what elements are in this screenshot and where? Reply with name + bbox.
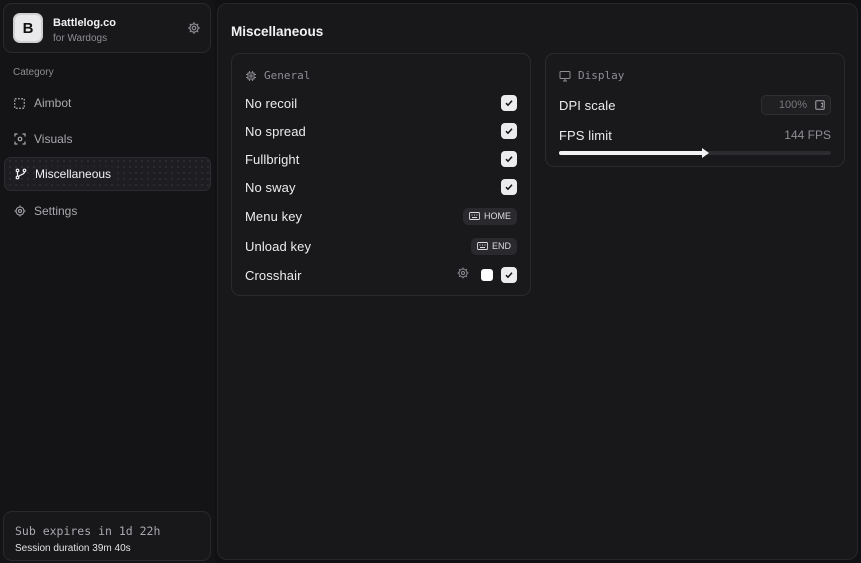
fps-limit-value: 144 FPS [784,128,831,142]
check-icon [505,184,513,191]
sidebar-item-label: Settings [34,204,78,218]
check-icon [505,100,513,107]
display-card: Display DPI scale 100% FPS limit 144 FPS [545,53,845,167]
toggle-row: Fullbright [245,149,517,169]
fullbright-checkbox[interactable] [501,151,517,167]
menu-key-button[interactable]: HOME [463,207,517,225]
dashed-square-icon [13,97,26,110]
dpi-scale-value: 100% [778,99,807,111]
sidebar: B Battlelog.co for Wardogs Category Aimb… [0,0,215,563]
brand-name: Battlelog.co [53,17,116,29]
slider-fill [559,151,706,155]
menu-key-label: Menu key [245,208,303,224]
sidebar-item-settings[interactable]: Settings [4,194,211,228]
general-card: General No recoil No spread Fullbright N… [231,53,531,296]
display-heading: Display [559,69,624,82]
fps-limit-slider[interactable] [559,148,831,158]
keyboard-icon [477,242,488,250]
crosshair-label: Crosshair [245,267,302,283]
unload-key-value: END [491,241,511,251]
toggle-row: No recoil [245,93,517,113]
sidebar-item-label: Visuals [34,132,73,146]
category-label: Category [13,67,54,78]
toggle-row: No sway [245,177,517,197]
session-duration: Session duration 39m 40s [15,543,131,554]
check-icon [505,156,513,163]
no-sway-checkbox[interactable] [501,179,517,195]
general-heading-label: General [264,69,311,82]
monitor-icon [559,70,571,82]
no-sway-label: No sway [245,179,296,195]
menu-key-row: Menu key HOME [245,206,517,226]
keyboard-icon [469,212,480,220]
dpi-row: DPI scale 100% [559,95,831,115]
gear-icon [13,205,26,218]
sidebar-item-label: Aimbot [34,96,72,110]
sidebar-item-aimbot[interactable]: Aimbot [4,86,211,120]
fullbright-label: Fullbright [245,151,300,167]
check-icon [505,272,513,279]
no-recoil-label: No recoil [245,95,298,111]
fps-limit-label: FPS limit [559,127,612,143]
unload-key-label: Unload key [245,238,312,254]
gear-icon[interactable] [457,266,469,284]
cpu-icon [245,70,257,82]
subscription-expiry: Sub expires in 1d 22h [15,524,161,538]
crosshair-row: Crosshair [245,265,517,285]
fps-row: FPS limit 144 FPS [559,125,831,145]
git-branch-icon [14,168,27,181]
display-heading-label: Display [578,69,625,82]
no-recoil-checkbox[interactable] [501,95,517,111]
dpi-scale-label: DPI scale [559,97,616,113]
sidebar-item-visuals[interactable]: Visuals [4,122,211,156]
main-panel: Miscellaneous General No recoil No sprea… [217,3,858,560]
expand-icon [815,100,825,110]
menu-key-value: HOME [484,211,511,221]
toggle-row: No spread [245,121,517,141]
no-spread-checkbox[interactable] [501,123,517,139]
unload-key-button[interactable]: END [470,237,517,255]
unload-key-row: Unload key END [245,236,517,256]
check-icon [505,128,513,135]
brand-card[interactable]: B Battlelog.co for Wardogs [3,3,211,53]
subscription-card: Sub expires in 1d 22h Session duration 3… [3,511,211,561]
page-title: Miscellaneous [231,24,324,39]
sidebar-item-miscellaneous[interactable]: Miscellaneous [4,157,211,191]
crosshair-color-swatch[interactable] [481,269,493,281]
brand-logo: B [13,13,43,43]
slider-thumb[interactable] [701,148,709,158]
brand-subtitle: for Wardogs [53,33,108,44]
crosshair-checkbox[interactable] [501,267,517,283]
gear-icon[interactable] [187,21,201,35]
general-heading: General [245,69,310,82]
no-spread-label: No spread [245,123,306,139]
scan-eye-icon [13,133,26,146]
dpi-scale-input[interactable]: 100% [761,95,831,115]
sidebar-item-label: Miscellaneous [35,167,116,181]
